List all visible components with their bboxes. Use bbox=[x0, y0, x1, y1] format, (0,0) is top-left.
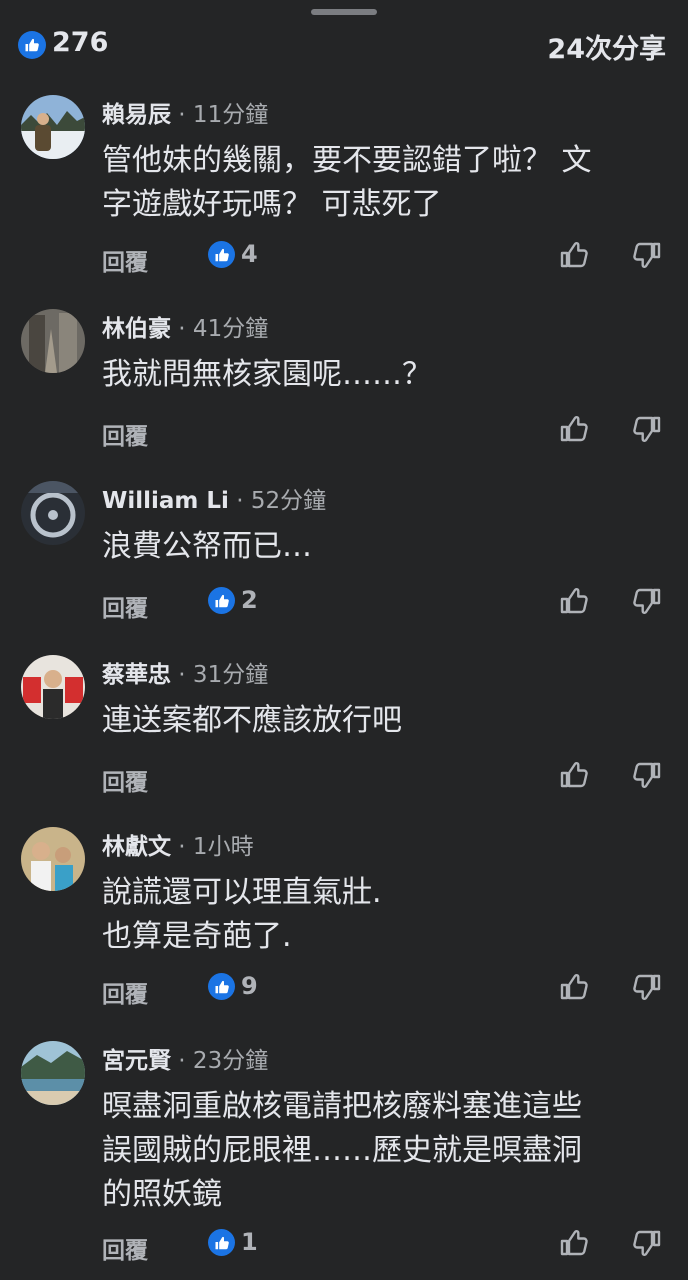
comment-text: 說謊還可以理直氣壯. 也算是奇葩了. bbox=[102, 875, 382, 954]
thumbs-up-outline-icon[interactable] bbox=[558, 413, 590, 445]
comment-meta: 林伯豪 · 41分鐘 bbox=[102, 309, 268, 343]
avatar[interactable] bbox=[21, 95, 85, 159]
reaction-count: 9 bbox=[241, 972, 258, 1000]
author-name[interactable]: 宮元賢 bbox=[102, 1048, 171, 1074]
comment-actions: 回覆 9 bbox=[0, 969, 688, 1009]
author-name[interactable]: 林伯豪 bbox=[102, 316, 171, 342]
reply-button[interactable]: 回覆 bbox=[102, 417, 148, 451]
thumbs-down-outline-icon[interactable] bbox=[631, 1227, 663, 1259]
comment-text: 暝盡洞重啟核電請把核廢料塞進這些 誤國賊的屁眼裡……歷史就是暝盡洞 的照妖鏡 bbox=[102, 1089, 582, 1212]
like-reaction-icon bbox=[208, 241, 235, 268]
comment-meta: 賴易辰 · 11分鐘 bbox=[102, 95, 268, 129]
comment-actions: 回覆 4 bbox=[0, 237, 688, 277]
comment-text: 管他妹的幾關，要不要認錯了啦？ 文 字遊戲好玩嗎？ 可悲死了 bbox=[102, 143, 592, 222]
thumbs-up-outline-icon[interactable] bbox=[558, 1227, 590, 1259]
author-name[interactable]: William Li bbox=[102, 488, 229, 514]
comment-meta: 宮元賢 · 23分鐘 bbox=[102, 1041, 268, 1075]
like-reaction-icon bbox=[208, 587, 235, 614]
author-name[interactable]: 賴易辰 bbox=[102, 102, 171, 128]
author-name[interactable]: 蔡華忠 bbox=[102, 662, 171, 688]
like-reaction-icon bbox=[208, 973, 235, 1000]
comment-actions: 回覆 bbox=[0, 757, 688, 797]
timestamp: · 31分鐘 bbox=[171, 662, 269, 688]
thumbs-down-outline-icon[interactable] bbox=[631, 239, 663, 271]
comment-text: 連送案都不應該放行吧 bbox=[102, 703, 402, 738]
comment-actions: 回覆 2 bbox=[0, 583, 688, 623]
avatar[interactable] bbox=[21, 309, 85, 373]
avatar[interactable] bbox=[21, 481, 85, 545]
comments-sheet: 276 24次分享 賴易辰 · 11分鐘 管他妹的幾關，要不要認錯了啦？ 文 字… bbox=[0, 0, 688, 1280]
reply-button[interactable]: 回覆 bbox=[102, 1231, 148, 1265]
author-name[interactable]: 林獻文 bbox=[102, 834, 171, 860]
timestamp: · 52分鐘 bbox=[228, 488, 327, 514]
avatar[interactable] bbox=[21, 827, 85, 891]
timestamp: · 1小時 bbox=[171, 834, 254, 860]
like-reaction-icon[interactable] bbox=[18, 31, 46, 59]
timestamp: · 41分鐘 bbox=[171, 316, 269, 342]
thumbs-down-outline-icon[interactable] bbox=[631, 413, 663, 445]
comment-meta: 蔡華忠 · 31分鐘 bbox=[102, 655, 268, 689]
avatar[interactable] bbox=[21, 655, 85, 719]
share-count[interactable]: 24次分享 bbox=[547, 27, 666, 66]
reaction-count: 4 bbox=[241, 240, 258, 268]
timestamp: · 23分鐘 bbox=[171, 1048, 269, 1074]
thumbs-down-outline-icon[interactable] bbox=[631, 759, 663, 791]
thumbs-up-outline-icon[interactable] bbox=[558, 239, 590, 271]
thumbs-up-outline-icon[interactable] bbox=[558, 585, 590, 617]
timestamp: · 11分鐘 bbox=[171, 102, 269, 128]
reaction-count: 1 bbox=[241, 1228, 258, 1256]
comment-actions: 回覆 1 bbox=[0, 1225, 688, 1265]
reply-button[interactable]: 回覆 bbox=[102, 243, 148, 277]
comment-meta: William Li · 52分鐘 bbox=[102, 481, 326, 515]
comment-text: 浪費公帑而已… bbox=[102, 529, 312, 564]
thumbs-down-outline-icon[interactable] bbox=[631, 971, 663, 1003]
thumbs-up-outline-icon[interactable] bbox=[558, 971, 590, 1003]
comment-actions: 回覆 bbox=[0, 411, 688, 451]
reactions-header: 276 24次分享 bbox=[0, 26, 688, 66]
drag-handle[interactable] bbox=[311, 9, 377, 15]
reaction-count: 2 bbox=[241, 586, 258, 614]
comment-meta: 林獻文 · 1小時 bbox=[102, 827, 254, 861]
comment-text: 我就問無核家園呢……？ bbox=[102, 357, 432, 392]
like-reaction-icon bbox=[208, 1229, 235, 1256]
avatar[interactable] bbox=[21, 1041, 85, 1105]
reply-button[interactable]: 回覆 bbox=[102, 763, 148, 797]
thumbs-down-outline-icon[interactable] bbox=[631, 585, 663, 617]
reply-button[interactable]: 回覆 bbox=[102, 975, 148, 1009]
thumbs-up-outline-icon[interactable] bbox=[558, 759, 590, 791]
like-count[interactable]: 276 bbox=[52, 27, 108, 58]
reply-button[interactable]: 回覆 bbox=[102, 589, 148, 623]
